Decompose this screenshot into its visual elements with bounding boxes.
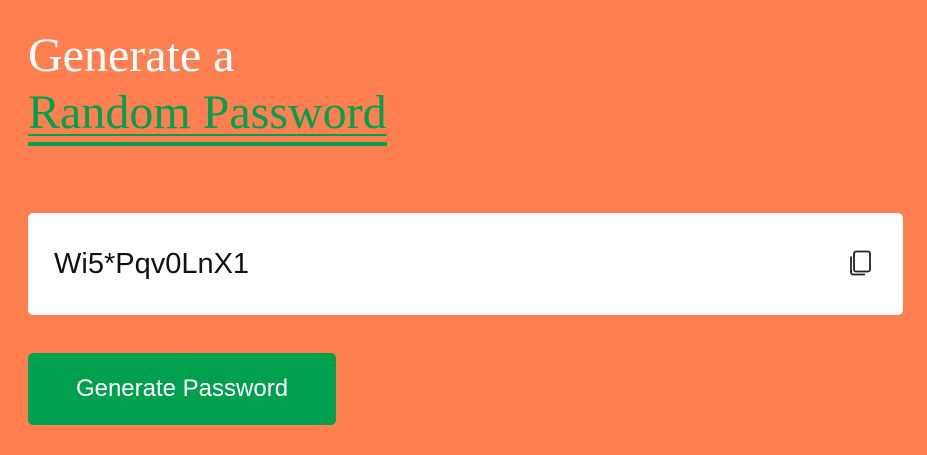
generate-password-button[interactable]: Generate Password <box>28 353 336 425</box>
password-display <box>28 213 903 315</box>
password-generator: Generate a Random Password Generate Pass… <box>28 0 903 425</box>
title-line-random-password: Random Password <box>28 84 387 146</box>
copy-icon[interactable] <box>845 248 875 280</box>
page-title: Generate a Random Password <box>28 0 903 146</box>
password-field[interactable] <box>54 244 845 284</box>
title-line-generate: Generate a <box>28 29 235 82</box>
